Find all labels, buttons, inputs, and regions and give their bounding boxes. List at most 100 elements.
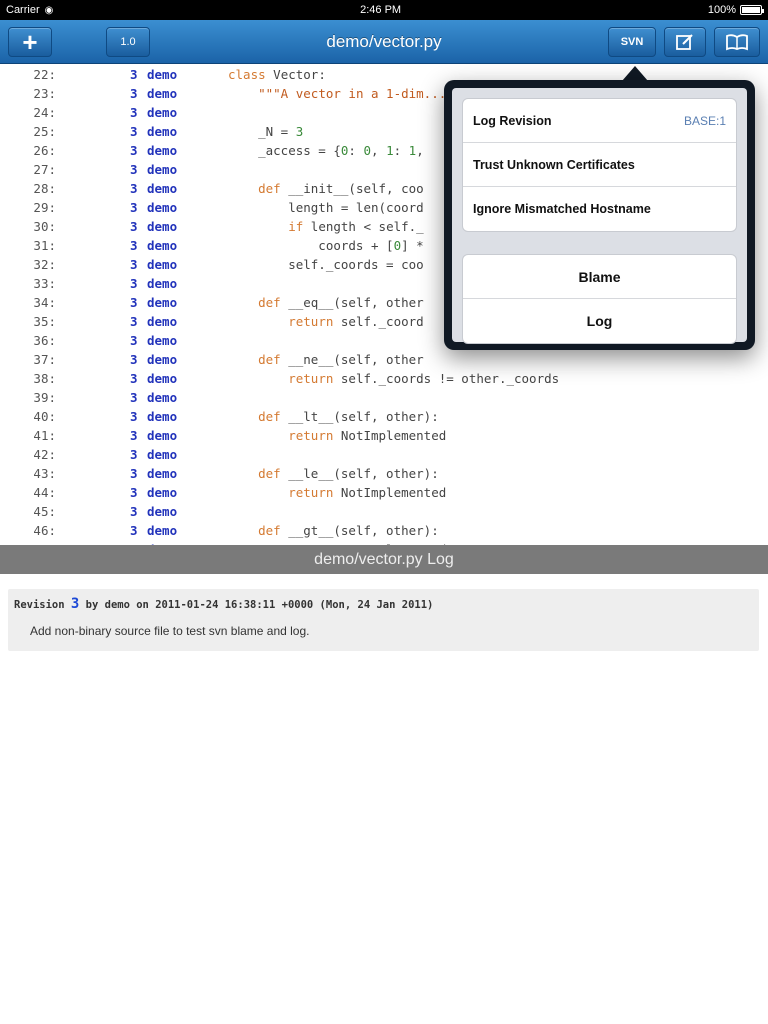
- blame-author-link[interactable]: demo: [147, 521, 177, 540]
- line-number: 28:: [33, 181, 56, 196]
- blame-author-link[interactable]: demo: [147, 426, 177, 445]
- line-number: 25:: [33, 124, 56, 139]
- blame-revision-link[interactable]: 3: [130, 350, 138, 369]
- blame-author-link[interactable]: demo: [147, 350, 177, 369]
- blame-author-link[interactable]: demo: [147, 483, 177, 502]
- code-text: return NotImplemented: [288, 428, 447, 443]
- blame-author-link[interactable]: demo: [147, 369, 177, 388]
- blame-author-link[interactable]: demo: [147, 198, 177, 217]
- blame-revision-link[interactable]: 3: [130, 255, 138, 274]
- blame-author-link[interactable]: demo: [147, 407, 177, 426]
- compose-button[interactable]: [664, 27, 706, 57]
- code-token: if: [288, 219, 304, 234]
- blame-author-link[interactable]: demo: [147, 84, 177, 103]
- code-text: def __eq__(self, other: [258, 295, 424, 310]
- trust-certificates-cell[interactable]: Trust Unknown Certificates: [463, 143, 736, 187]
- code-row: 37: 3 demo def __ne__(self, other: [0, 350, 768, 369]
- code-row: 39: 3 demo: [0, 388, 768, 407]
- bookmarks-button[interactable]: [714, 27, 760, 57]
- blame-author-link[interactable]: demo: [147, 274, 177, 293]
- blame-revision-link[interactable]: 3: [130, 464, 138, 483]
- blame-revision-link[interactable]: 3: [130, 122, 138, 141]
- code-token: 1: [408, 143, 417, 158]
- blame-revision-link[interactable]: 3: [130, 274, 138, 293]
- code-token: def: [258, 409, 281, 424]
- line-number: 45:: [33, 504, 56, 519]
- blame-author-link[interactable]: demo: [147, 160, 177, 179]
- blame-revision-link[interactable]: 3: [130, 160, 138, 179]
- blame-author-link[interactable]: demo: [147, 141, 177, 160]
- blame-revision-link[interactable]: 3: [130, 426, 138, 445]
- code-row: 40: 3 demo def __lt__(self, other):: [0, 407, 768, 426]
- blame-author-link[interactable]: demo: [147, 388, 177, 407]
- line-number: 46:: [33, 523, 56, 538]
- blame-author-link[interactable]: demo: [147, 122, 177, 141]
- blame-author-link[interactable]: demo: [147, 179, 177, 198]
- blame-revision-link[interactable]: 3: [130, 84, 138, 103]
- code-token: def: [258, 466, 281, 481]
- line-number: 43:: [33, 466, 56, 481]
- blame-author-link[interactable]: demo: [147, 255, 177, 274]
- svn-button[interactable]: SVN: [608, 27, 656, 57]
- clock-label: 2:46 PM: [360, 4, 402, 16]
- log-entry: Revision 3 by demo on 2011-01-24 16:38:1…: [8, 589, 759, 651]
- blame-revision-link[interactable]: 3: [130, 141, 138, 160]
- code-text: if length < self._: [288, 219, 424, 234]
- blame-revision-link[interactable]: 3: [130, 521, 138, 540]
- blame-author-link[interactable]: demo: [147, 293, 177, 312]
- blame-author-link[interactable]: demo: [147, 65, 177, 84]
- blame-revision-link[interactable]: 3: [130, 198, 138, 217]
- status-right: 100%: [708, 4, 764, 16]
- log-entry-line: Revision 3 by demo on 2011-01-24 16:38:1…: [14, 595, 753, 614]
- add-button[interactable]: +: [8, 27, 52, 57]
- blame-revision-link[interactable]: 3: [130, 236, 138, 255]
- line-number: 29:: [33, 200, 56, 215]
- blame-author-link[interactable]: demo: [147, 502, 177, 521]
- blame-revision-link[interactable]: 3: [130, 65, 138, 84]
- blame-revision-link[interactable]: 3: [130, 388, 138, 407]
- blame-author-link[interactable]: demo: [147, 236, 177, 255]
- revision-button[interactable]: 1.0: [106, 27, 150, 57]
- code-row: 43: 3 demo def __le__(self, other):: [0, 464, 768, 483]
- blame-revision-link[interactable]: 3: [130, 217, 138, 236]
- log-button[interactable]: Log: [463, 299, 736, 343]
- line-number: 35:: [33, 314, 56, 329]
- blame-author-link[interactable]: demo: [147, 217, 177, 236]
- line-number: 26:: [33, 143, 56, 158]
- code-token: 0: [393, 238, 402, 253]
- code-token: def: [258, 352, 281, 367]
- code-text: """A vector in a 1-dim...: [228, 84, 446, 103]
- popover-content: Log Revision BASE:1 Trust Unknown Certif…: [452, 88, 747, 344]
- blame-revision-link[interactable]: 3: [130, 445, 138, 464]
- actions-group: Blame Log: [462, 254, 737, 344]
- blame-author-link[interactable]: demo: [147, 312, 177, 331]
- line-number: 39:: [33, 390, 56, 405]
- cell-detail: BASE:1: [683, 113, 726, 128]
- blame-author-link[interactable]: demo: [147, 331, 177, 350]
- log-revision-cell[interactable]: Log Revision BASE:1: [463, 99, 736, 143]
- line-number: 24:: [33, 105, 56, 120]
- popover-arrow: [622, 66, 648, 81]
- compose-icon: [676, 34, 693, 50]
- blame-author-link[interactable]: demo: [147, 103, 177, 122]
- blame-revision-link[interactable]: 3: [130, 407, 138, 426]
- code-text: _access = {0: 0, 1: 1,: [228, 143, 424, 158]
- line-number: 36:: [33, 333, 56, 348]
- blame-revision-link[interactable]: 3: [130, 179, 138, 198]
- blame-author-link[interactable]: demo: [147, 445, 177, 464]
- battery-icon: [740, 5, 764, 15]
- blame-revision-link[interactable]: 3: [130, 103, 138, 122]
- blame-revision-link[interactable]: 3: [130, 293, 138, 312]
- code-token: """A vector in a 1-dim...: [258, 86, 447, 101]
- blame-revision-link[interactable]: 3: [130, 369, 138, 388]
- blame-revision-link[interactable]: 3: [130, 312, 138, 331]
- blame-revision-link[interactable]: 3: [130, 331, 138, 350]
- blame-revision-link[interactable]: 3: [130, 502, 138, 521]
- blame-author-link[interactable]: demo: [147, 464, 177, 483]
- code-token: def: [258, 523, 281, 538]
- line-number: 27:: [33, 162, 56, 177]
- blame-revision-link[interactable]: 3: [130, 483, 138, 502]
- ignore-hostname-cell[interactable]: Ignore Mismatched Hostname: [463, 187, 736, 231]
- blame-button[interactable]: Blame: [463, 255, 736, 299]
- cell-label: Log Revision: [473, 113, 552, 128]
